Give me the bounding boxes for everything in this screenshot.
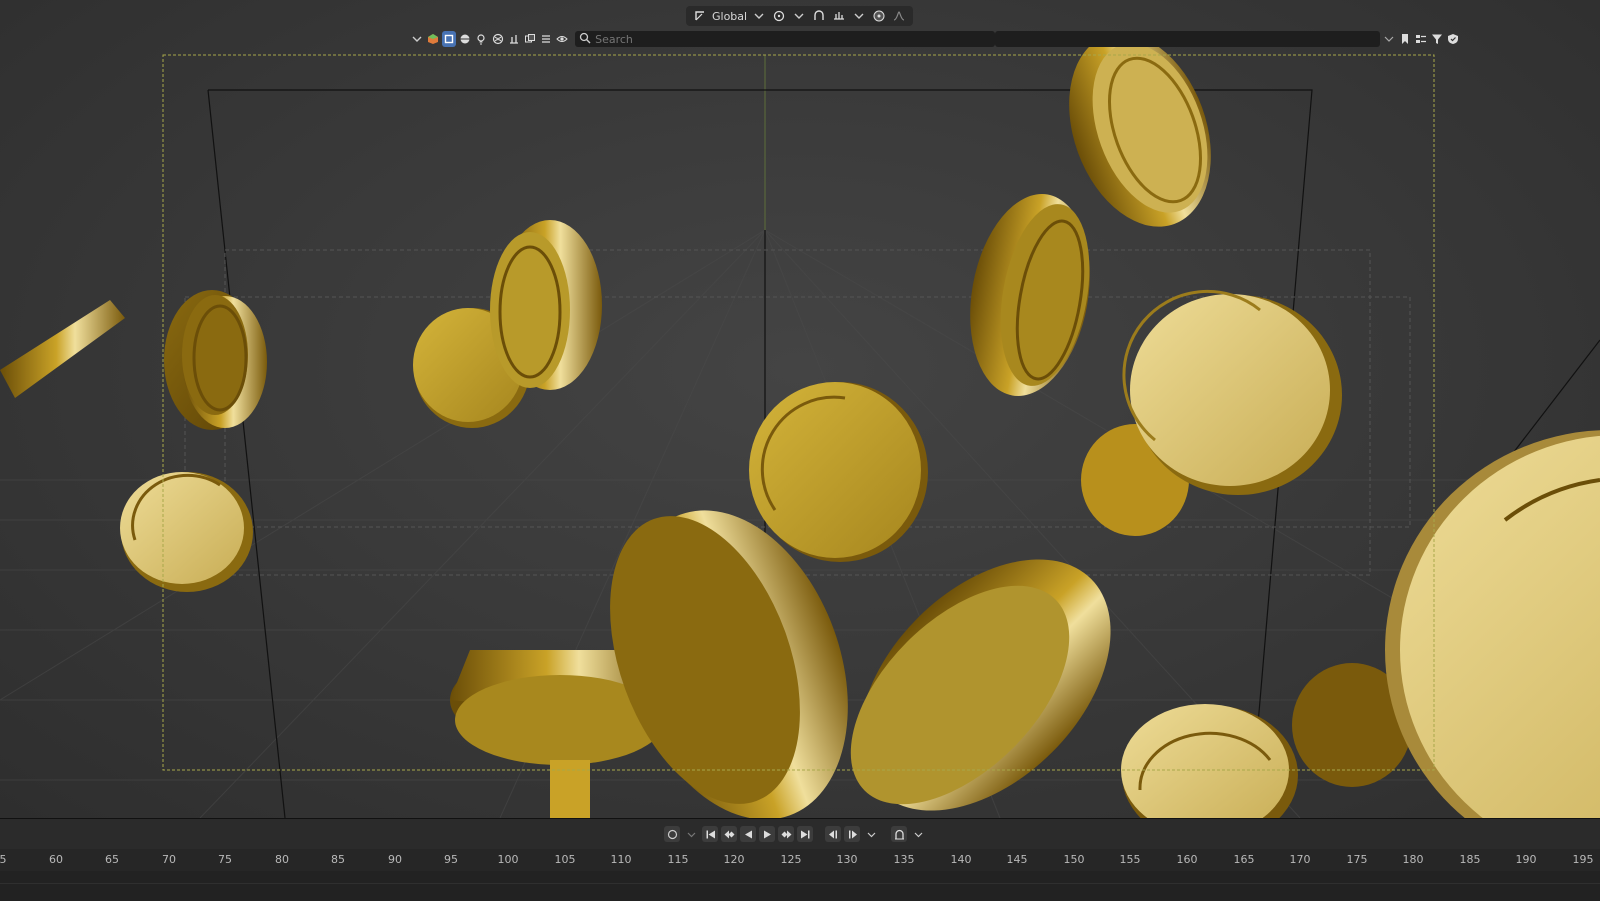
frame-tick: 140	[950, 853, 972, 866]
light-icon[interactable]	[474, 31, 488, 47]
frame-tick: 125	[780, 853, 802, 866]
frame-tick: 115	[667, 853, 689, 866]
viewport-scene[interactable]	[0, 0, 1600, 818]
previous-frame-icon[interactable]	[825, 826, 841, 842]
jump-to-start-icon[interactable]	[702, 826, 718, 842]
coin-left-edge	[0, 300, 125, 398]
3d-viewport[interactable]: Global	[0, 0, 1600, 818]
overlay-icon[interactable]	[523, 31, 537, 47]
chevron-down-icon[interactable]	[851, 8, 867, 24]
proportional-editing-icon[interactable]	[871, 8, 887, 24]
chevron-down-icon[interactable]	[910, 826, 926, 842]
jump-to-keyframe-forward-icon[interactable]	[778, 826, 794, 842]
coin-bottom-right-small	[1121, 704, 1298, 818]
record-icon[interactable]	[664, 826, 680, 842]
gizmo-icon[interactable]	[507, 31, 521, 47]
viewport-header-tools: Global	[686, 6, 914, 26]
search-input[interactable]	[591, 32, 996, 46]
jump-to-end-icon[interactable]	[797, 826, 813, 842]
object-type-icon[interactable]	[426, 31, 440, 47]
chevron-down-icon[interactable]	[751, 8, 767, 24]
search-icon	[579, 32, 591, 47]
transform-orientation-dropdown[interactable]: Global	[712, 10, 747, 23]
frame-tick: 80	[275, 853, 289, 866]
frame-tick: 65	[105, 853, 119, 866]
frame-tick: 170	[1289, 853, 1311, 866]
frame-tick: 60	[49, 853, 63, 866]
frame-tick: 70	[162, 853, 176, 866]
search-field[interactable]	[575, 31, 996, 47]
frame-tick: 185	[1459, 853, 1481, 866]
coin-right-mid	[970, 194, 1090, 396]
frame-tick: 5	[0, 853, 7, 866]
pivot-icon[interactable]	[771, 8, 787, 24]
frame-tick: 105	[554, 853, 576, 866]
frame-tick: 110	[610, 853, 632, 866]
coin-right-big	[1081, 290, 1342, 536]
coin-mid-left	[413, 220, 602, 428]
transform-orientation-icon[interactable]	[692, 8, 708, 24]
chevron-down-icon[interactable]	[410, 31, 424, 47]
falloff-icon[interactable]	[891, 8, 907, 24]
visibility-icon[interactable]	[555, 31, 569, 47]
chevron-down-icon[interactable]	[863, 826, 879, 842]
frame-tick: 165	[1233, 853, 1255, 866]
snap-icon[interactable]	[811, 8, 827, 24]
timeline-track-area[interactable]	[0, 871, 1600, 901]
frame-tick: 130	[836, 853, 858, 866]
shield-icon[interactable]	[1446, 31, 1460, 47]
viewport-filter-bar	[410, 29, 1460, 49]
frame-tick: 180	[1402, 853, 1424, 866]
coin-left-upper	[164, 290, 267, 430]
frame-tick: 195	[1572, 853, 1594, 866]
coin-far-right	[1292, 430, 1600, 818]
play-reverse-icon[interactable]	[740, 826, 756, 842]
frame-tick: 75	[218, 853, 232, 866]
frame-tick: 190	[1515, 853, 1537, 866]
timeline-panel: 5 60 65 70 75 80 85 90 95 100 105 110 11…	[0, 818, 1600, 901]
filter-icon[interactable]	[1430, 31, 1444, 47]
frame-tick: 100	[497, 853, 519, 866]
frame-tick: 160	[1176, 853, 1198, 866]
coin-left-lower	[120, 472, 253, 592]
world-icon[interactable]	[491, 31, 505, 47]
frame-tick: 150	[1063, 853, 1085, 866]
frame-tick: 95	[444, 853, 458, 866]
frame-ruler[interactable]: 5 60 65 70 75 80 85 90 95 100 105 110 11…	[0, 849, 1600, 871]
display-mode-icon[interactable]	[1414, 31, 1428, 47]
jump-to-keyframe-back-icon[interactable]	[721, 826, 737, 842]
next-frame-icon[interactable]	[844, 826, 860, 842]
object-mode-icon[interactable]	[442, 31, 457, 47]
frame-tick: 135	[893, 853, 915, 866]
track-divider	[0, 883, 1600, 884]
search-field-extension[interactable]	[995, 31, 1380, 47]
frame-tick: 155	[1119, 853, 1141, 866]
chevron-down-icon[interactable]	[1382, 31, 1396, 47]
coin-center	[749, 382, 928, 562]
layers-icon[interactable]	[539, 31, 553, 47]
chevron-down-icon[interactable]	[791, 8, 807, 24]
chevron-down-icon[interactable]	[683, 826, 699, 842]
sphere-icon[interactable]	[458, 31, 472, 47]
frame-tick: 120	[723, 853, 745, 866]
snap-target-icon[interactable]	[831, 8, 847, 24]
frame-tick: 85	[331, 853, 345, 866]
play-icon[interactable]	[759, 826, 775, 842]
frame-tick: 90	[388, 853, 402, 866]
playback-controls	[664, 825, 926, 843]
frame-tick: 175	[1346, 853, 1368, 866]
auto-keying-icon[interactable]	[891, 826, 907, 842]
bookmark-icon[interactable]	[1398, 31, 1412, 47]
frame-tick: 145	[1006, 853, 1028, 866]
